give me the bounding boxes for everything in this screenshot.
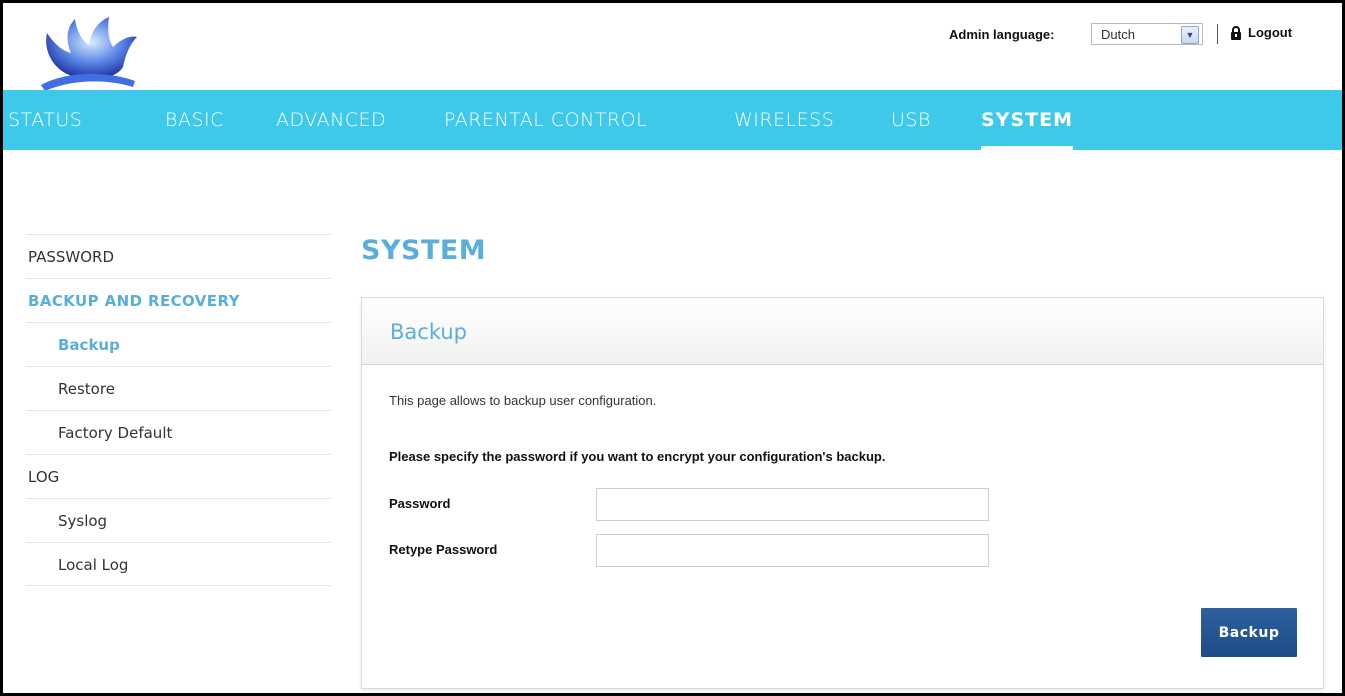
sidebar: PASSWORD BACKUP AND RECOVERY Backup Rest… — [26, 234, 332, 586]
sidebar-item-syslog[interactable]: Syslog — [26, 498, 332, 542]
nav-status[interactable]: STATUS — [8, 90, 82, 150]
logout-label: Logout — [1248, 25, 1293, 40]
sidebar-item-backup-and-recovery[interactable]: BACKUP AND RECOVERY — [26, 278, 332, 322]
header: upc Admin language: Dutch ▼ Logout — [3, 3, 1342, 103]
lock-icon — [1231, 25, 1241, 40]
admin-language-select[interactable]: Dutch ▼ — [1091, 23, 1203, 45]
password-label: Password — [389, 496, 451, 511]
password-field[interactable] — [596, 488, 989, 521]
nav-system[interactable]: SYSTEM — [981, 90, 1073, 150]
nav-wireless[interactable]: WIRELESS — [734, 90, 834, 150]
retype-password-field[interactable] — [596, 534, 989, 567]
backup-button[interactable]: Backup — [1201, 608, 1297, 657]
panel-header: Backup — [362, 298, 1323, 365]
sidebar-item-local-log[interactable]: Local Log — [26, 542, 332, 586]
panel-title: Backup — [390, 320, 467, 344]
page-description: This page allows to backup user configur… — [389, 393, 657, 408]
retype-password-label: Retype Password — [389, 542, 498, 557]
sidebar-item-password[interactable]: PASSWORD — [26, 234, 332, 278]
header-separator — [1217, 24, 1218, 44]
backup-panel: Backup This page allows to backup user c… — [361, 297, 1324, 689]
nav-basic[interactable]: BASIC — [165, 90, 224, 150]
page-title: SYSTEM — [361, 235, 487, 266]
sidebar-item-log[interactable]: LOG — [26, 454, 332, 498]
language-selected-value: Dutch — [1101, 27, 1135, 42]
sidebar-item-factory-default[interactable]: Factory Default — [26, 410, 332, 454]
encryption-instruction: Please specify the password if you want … — [389, 449, 886, 464]
nav-usb[interactable]: USB — [891, 90, 931, 150]
app-frame: upc Admin language: Dutch ▼ Logout STATU… — [0, 0, 1345, 696]
sidebar-item-restore[interactable]: Restore — [26, 366, 332, 410]
chevron-down-icon[interactable]: ▼ — [1181, 26, 1199, 44]
nav-parental-control[interactable]: PARENTAL CONTROL — [444, 90, 647, 150]
top-nav: STATUS BASIC ADVANCED PARENTAL CONTROL W… — [3, 90, 1342, 150]
nav-advanced[interactable]: ADVANCED — [276, 90, 386, 150]
sidebar-item-backup[interactable]: Backup — [26, 322, 332, 366]
logout-link[interactable]: Logout — [1230, 25, 1292, 40]
admin-language-label: Admin language: — [949, 27, 1055, 42]
